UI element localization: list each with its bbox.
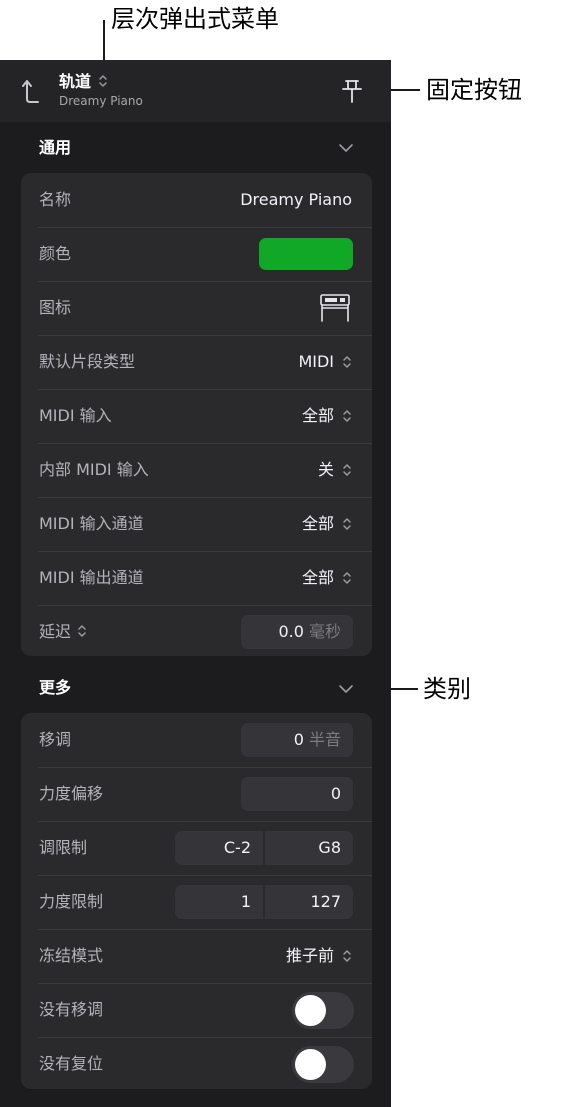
piano-icon[interactable] [319,293,351,323]
row-internal-midi-input[interactable]: 内部 MIDI 输入 关 [21,443,372,497]
velocity-limit-low-field[interactable]: 1 [175,885,263,919]
row-key-limit[interactable]: 调限制 C-2 G8 [21,821,372,875]
transpose-unit: 半音 [308,730,341,749]
velocity-limit-high: 127 [310,892,341,911]
row-velocity-limit[interactable]: 力度限制 1 127 [21,875,372,929]
velocity-limit-label: 力度限制 [39,892,104,911]
midi-in-value[interactable]: 全部 [302,406,334,426]
freeze-mode-value[interactable]: 推子前 [286,946,334,966]
delay-unit: 毫秒 [308,622,341,641]
internal-midi-value[interactable]: 关 [318,460,334,480]
velocity-limit-low: 1 [240,892,251,911]
row-delay[interactable]: 延迟 0.0 毫秒 [21,605,372,659]
hierarchy-popup-title[interactable]: 轨道 [59,72,91,92]
midi-out-channel-value[interactable]: 全部 [302,568,334,588]
color-swatch[interactable] [259,238,353,270]
row-no-transpose[interactable]: 没有移调 [21,983,372,1037]
up-down-chevron-icon[interactable] [342,408,352,424]
velocity-limit-fields: 1 127 [175,885,353,919]
general-group: 名称 Dreamy Piano 颜色 图标 默认片段类型 MIDI MIDI 输… [21,173,372,656]
section-title-more[interactable]: 更多 [39,678,71,698]
back-arrow-icon[interactable] [22,78,42,104]
pin-icon[interactable] [342,79,362,103]
delay-field[interactable]: 0.0 毫秒 [241,615,353,649]
transpose-value: 0 [293,730,304,749]
velocity-offset-value: 0 [330,784,341,803]
freeze-mode-label: 冻结模式 [39,946,104,965]
row-transpose[interactable]: 移调 0 半音 [21,713,372,767]
region-type-value[interactable]: MIDI [298,352,334,372]
callout-category: 类别 [423,675,471,703]
delay-label: 延迟 [39,622,72,641]
key-limit-label: 调限制 [39,838,88,857]
section-title-general[interactable]: 通用 [39,138,71,158]
key-limit-fields: C-2 G8 [175,831,353,865]
row-midi-output-channel[interactable]: MIDI 输出通道 全部 [21,551,372,605]
name-label: 名称 [39,190,72,209]
toggle-knob [295,1049,326,1080]
key-limit-high: G8 [318,838,341,857]
up-down-chevron-icon[interactable] [342,462,352,478]
row-freeze-mode[interactable]: 冻结模式 推子前 [21,929,372,983]
delay-label-wrap[interactable]: 延迟 [39,622,87,642]
up-down-chevron-icon[interactable] [342,354,352,370]
toggle-knob [295,995,326,1026]
row-name[interactable]: 名称 Dreamy Piano [21,173,372,227]
midi-in-channel-value[interactable]: 全部 [302,514,334,534]
up-down-chevron-icon[interactable] [342,516,352,532]
midi-in-label: MIDI 输入 [39,406,112,425]
row-no-reset[interactable]: 没有复位 [21,1037,372,1091]
color-label: 颜色 [39,244,72,263]
more-group: 移调 0 半音 力度偏移 0 调限制 C-2 G8 力度限制 1 127 冻结模… [21,713,372,1089]
up-down-chevron-icon[interactable] [342,948,352,964]
no-transpose-toggle[interactable] [292,992,354,1029]
name-value[interactable]: Dreamy Piano [240,190,352,210]
row-midi-input-channel[interactable]: MIDI 输入通道 全部 [21,497,372,551]
chevron-down-icon[interactable] [338,684,354,694]
up-down-chevron-icon[interactable] [342,570,352,586]
key-limit-high-field[interactable]: G8 [265,831,353,865]
track-inspector-panel: 轨道 Dreamy Piano 通用 名称 Dreamy Piano 颜色 图标 [0,60,391,1107]
row-velocity-offset[interactable]: 力度偏移 0 [21,767,372,821]
velocity-offset-label: 力度偏移 [39,784,104,803]
transpose-field[interactable]: 0 半音 [241,723,353,757]
callout-pin-button: 固定按钮 [426,76,522,104]
row-midi-input[interactable]: MIDI 输入 全部 [21,389,372,443]
midi-in-channel-label: MIDI 输入通道 [39,514,144,533]
chevron-down-icon[interactable] [338,143,354,153]
key-limit-low-field[interactable]: C-2 [175,831,263,865]
callout-hierarchy-menu: 层次弹出式菜单 [111,5,279,33]
internal-midi-label: 内部 MIDI 输入 [39,460,149,479]
no-transpose-label: 没有移调 [39,1000,104,1019]
velocity-limit-high-field[interactable]: 127 [265,885,353,919]
no-reset-label: 没有复位 [39,1054,104,1073]
row-default-region-type[interactable]: 默认片段类型 MIDI [21,335,372,389]
icon-label: 图标 [39,298,72,317]
midi-out-channel-label: MIDI 输出通道 [39,568,144,587]
no-reset-toggle[interactable] [292,1046,354,1083]
transpose-label: 移调 [39,730,72,749]
key-limit-low: C-2 [223,838,251,857]
velocity-offset-field[interactable]: 0 [241,777,353,811]
up-down-chevron-icon[interactable] [98,73,108,89]
row-icon[interactable]: 图标 [21,281,372,335]
row-color[interactable]: 颜色 [21,227,372,281]
delay-value: 0.0 [278,622,304,641]
region-type-label: 默认片段类型 [39,352,136,371]
up-down-chevron-icon[interactable] [77,623,87,639]
inspector-header: 轨道 Dreamy Piano [0,60,391,122]
track-subtitle: Dreamy Piano [59,94,143,108]
